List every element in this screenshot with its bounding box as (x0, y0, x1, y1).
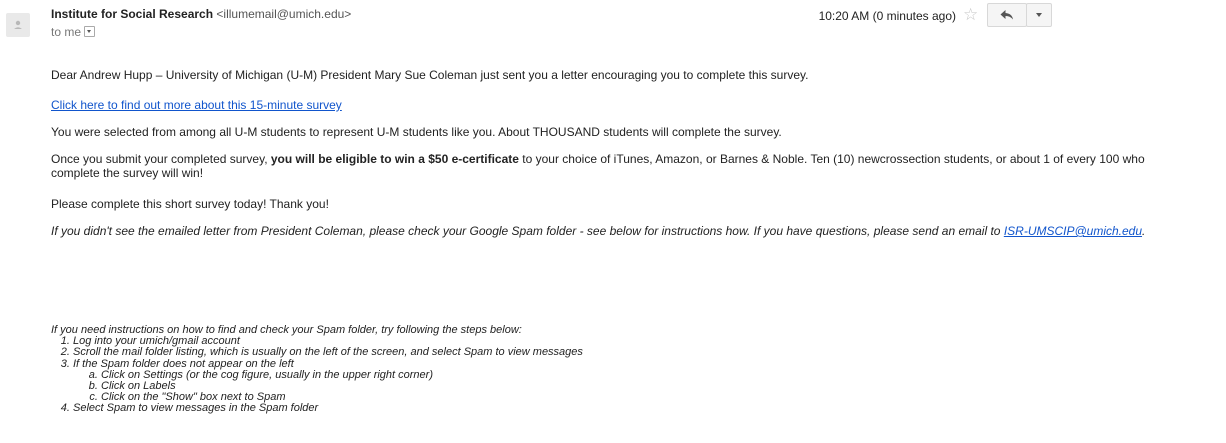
survey-link[interactable]: Click here to find out more about this 1… (51, 98, 342, 112)
star-icon[interactable]: ☆ (963, 5, 978, 25)
step-item: Select Spam to view messages in the Spam… (73, 403, 583, 414)
spam-notice-end: . (1142, 224, 1146, 238)
selection-paragraph: You were selected from among all U-M stu… (51, 125, 782, 139)
step-item: If the Spam folder does not appear on th… (73, 357, 583, 404)
contact-email-link[interactable]: ISR-UMSCIP@umich.edu (1004, 224, 1142, 238)
sender-email: <illumemail@umich.edu> (216, 7, 352, 21)
recipient-details-toggle[interactable] (84, 26, 96, 38)
incentive-bold: you will be eligible to win a $50 e-cert… (270, 152, 519, 166)
instructions-steps: Log into your umich/gmail account Scroll… (51, 335, 583, 414)
sender-line: Institute for Social Research <illumemai… (51, 7, 351, 21)
survey-link-paragraph: Click here to find out more about this 1… (51, 98, 342, 112)
incentive-text: Once you submit your completed survey, (51, 152, 271, 166)
spam-notice-text: If you didn't see the emailed letter fro… (51, 224, 1004, 238)
step-text: If the Spam folder does not appear on th… (73, 357, 294, 370)
sender-name: Institute for Social Research (51, 7, 214, 21)
more-options-button[interactable] (1026, 3, 1052, 27)
reply-icon (1000, 10, 1013, 20)
chevron-down-icon (1036, 13, 1042, 17)
thanks-paragraph: Please complete this short survey today!… (51, 197, 329, 211)
spam-notice-paragraph: If you didn't see the emailed letter fro… (51, 224, 1161, 238)
greeting-paragraph: Dear Andrew Hupp – University of Michiga… (51, 68, 809, 82)
timestamp: 10:20 AM (0 minutes ago) (818, 9, 956, 23)
incentive-paragraph: Once you submit your completed survey, y… (51, 152, 1161, 180)
recipient-label: to me (51, 25, 82, 39)
person-icon (14, 20, 22, 29)
instructions-substeps: Click on Settings (or the cog figure, us… (73, 369, 583, 404)
spam-instructions: If you need instructions on how to find … (51, 324, 583, 415)
reply-button[interactable] (987, 3, 1027, 27)
sender-avatar (6, 13, 30, 37)
recipient-line: to me (51, 25, 96, 39)
